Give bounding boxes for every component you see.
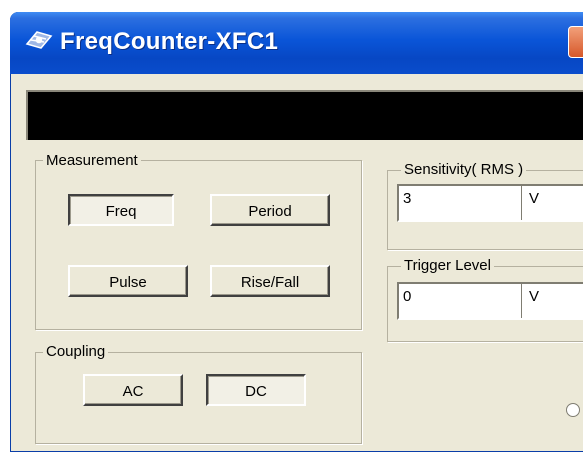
close-button[interactable] bbox=[568, 26, 583, 58]
trigger-level-value: 0 bbox=[403, 288, 412, 305]
window-title: FreqCounter-XFC1 bbox=[60, 28, 279, 55]
gear-icon bbox=[24, 28, 54, 52]
trigger-level-label: Trigger Level bbox=[401, 257, 494, 274]
trigger-level-unit[interactable]: V bbox=[529, 288, 539, 305]
frequency-display bbox=[26, 90, 583, 140]
sensitivity-value: 3 bbox=[403, 190, 412, 207]
unit-separator bbox=[521, 284, 522, 318]
title-bar[interactable]: FreqCounter-XFC1 bbox=[10, 12, 583, 74]
radio-button[interactable] bbox=[566, 403, 580, 417]
coupling-label: Coupling bbox=[43, 343, 109, 360]
sensitivity-field[interactable]: 3 V bbox=[397, 184, 583, 222]
dc-button[interactable]: DC bbox=[206, 374, 306, 406]
rise-fall-button[interactable]: Rise/Fall bbox=[210, 265, 330, 297]
trigger-level-field[interactable]: 0 V bbox=[397, 282, 583, 320]
measurement-label: Measurement bbox=[43, 152, 141, 169]
freq-button[interactable]: Freq bbox=[68, 194, 174, 226]
freqcounter-window: FreqCounter-XFC1 Measurement Freq Period… bbox=[10, 12, 583, 452]
pulse-button[interactable]: Pulse bbox=[68, 265, 188, 297]
sensitivity-unit[interactable]: V bbox=[529, 190, 539, 207]
period-button[interactable]: Period bbox=[210, 194, 330, 226]
sensitivity-label: Sensitivity( RMS ) bbox=[401, 161, 527, 178]
measurement-group bbox=[35, 160, 362, 330]
ac-button[interactable]: AC bbox=[83, 374, 183, 406]
unit-separator bbox=[521, 186, 522, 220]
